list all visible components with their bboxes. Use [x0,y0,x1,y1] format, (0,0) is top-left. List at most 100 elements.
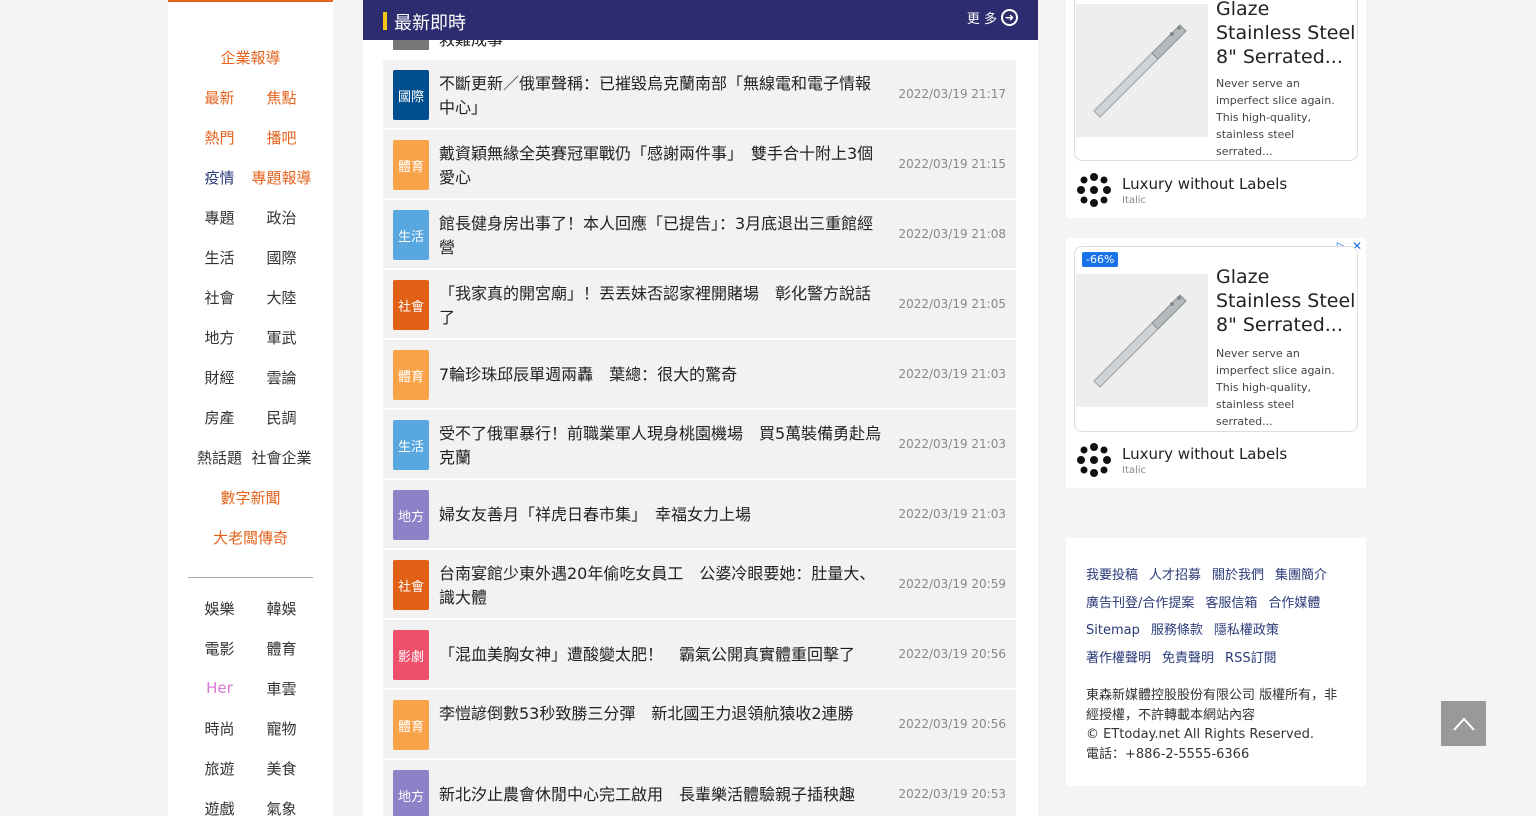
news-headline[interactable]: 台南宴館少東外遇20年偷吃女員工 公婆冷眼要她：肚量大、識大體 [439,562,884,610]
news-headline[interactable]: 新北汐止農會休閒中心完工啟用 長輩樂活體驗親子插秧趣 [439,783,884,807]
sidebar-item-link[interactable]: 國際 [251,247,313,268]
news-list-item[interactable]: 地方 婦女友善月「祥虎日春市集」 幸福女力上場 2022/03/19 21:03 [383,480,1016,550]
sidebar-item-link[interactable]: 遊戲 [189,798,251,816]
sidebar-item-link[interactable]: 焦點 [251,87,313,108]
ad-brand-name[interactable]: Luxury without Labels [1122,175,1287,193]
more-link[interactable]: 更 多 ➜ [967,8,1018,27]
ad-card[interactable]: -66% Glaze Stainless Steel 8" Serrated..… [1074,246,1358,432]
news-list-item[interactable]: 國際 不斷更新／俄軍聲稱：已摧毀烏克蘭南部「無線電和電子情報中心」 2022/03/… [383,60,1016,130]
footer-link[interactable]: RSS訂閱 [1225,645,1277,673]
sidebar-item-link[interactable]: 車雲 [251,678,313,699]
back-to-top-button[interactable] [1441,701,1486,746]
sidebar-item-link[interactable]: 電影 [189,638,251,659]
sidebar-item-link[interactable]: 氣象 [251,798,313,816]
category-tag[interactable]: 地方 [393,770,429,816]
sidebar-item-link[interactable]: 旅遊 [189,758,251,779]
news-headline[interactable]: 館長健身房出事了！本人回應「已提告」：3月底退出三重館經營 [439,212,884,260]
news-list-item[interactable]: 體育 戴資穎無緣全英賽冠軍戰仍「感謝兩件事」 雙手合十附上3個愛心 2022/03/… [383,130,1016,200]
news-headline[interactable]: 7輪珍珠邱辰單週兩轟 葉總：很大的驚奇 [439,363,884,387]
sidebar-item-link[interactable]: 播吧 [251,127,313,148]
sidebar-item-link[interactable]: 疫情 [189,167,251,188]
ad-title[interactable]: Glaze Stainless Steel 8" Serrated... [1216,265,1356,337]
news-list-item[interactable]: 地方 新北汐止農會休閒中心完工啟用 長輩樂活體驗親子插秧趣 2022/03/19 2… [383,760,1016,816]
sidebar-item-link[interactable]: 民調 [251,407,313,428]
news-headline[interactable]: 婦女友善月「祥虎日春市集」 幸福女力上場 [439,503,884,527]
news-list-item[interactable]: 社會 「我家真的開宮廟」！丟丟妹否認家裡開賭場 彰化警方說話了 2022/03/19… [383,270,1016,340]
sidebar-item-link[interactable]: 軍武 [251,327,313,348]
category-tag[interactable]: 生活 [393,420,429,470]
sidebar-item-link[interactable]: 社會企業 [251,447,313,468]
footer-link[interactable]: 著作權聲明 [1086,645,1151,673]
sidebar-item-link[interactable]: 企業報導 [220,47,280,68]
news-headline[interactable]: 「混血美胸女神」遭酸變太肥！ 霸氣公開真實體重回擊了 [439,643,884,667]
news-headline[interactable]: 受不了俄軍暴行！前職業軍人現身桃園機場 買5萬裝備勇赴烏克蘭 [439,422,884,470]
sidebar-item-link[interactable]: 時尚 [189,718,251,739]
sidebar-item-link[interactable]: 專題報導 [251,167,313,188]
ad-brand[interactable]: Luxury without Labels Italic [1074,170,1287,210]
sidebar-item-link[interactable]: 寵物 [251,718,313,739]
footer-link[interactable]: 客服信箱 [1205,590,1257,618]
ad-unit-2[interactable]: ▷ ✕ -66% Glaze Stainless Steel 8" Serrat… [1066,238,1366,488]
news-list-item[interactable]: 影劇 「混血美胸女神」遭酸變太肥！ 霸氣公開真實體重回擊了 2022/03/19 2… [383,620,1016,690]
sidebar-item-link[interactable]: 房產 [189,407,251,428]
ad-card[interactable]: Glaze Stainless Steel 8" Serrated... Nev… [1074,0,1358,161]
category-tag[interactable]: 體育 [393,350,429,400]
news-list-item[interactable]: 生活 館長健身房出事了！本人回應「已提告」：3月底退出三重館經營 2022/03/1… [383,200,1016,270]
footer-link[interactable]: 廣告刊登/合作提案 [1086,590,1194,618]
sidebar-item-link[interactable]: 體育 [251,638,313,659]
footer-link[interactable]: Sitemap [1086,617,1140,645]
category-tag[interactable]: 地方 [393,490,429,540]
sidebar-item-link[interactable]: 韓娛 [251,598,313,619]
sidebar-item-link[interactable]: 政治 [251,207,313,228]
sidebar-item-link[interactable]: 生活 [189,247,251,268]
category-tag[interactable]: 體育 [393,140,429,190]
sidebar-item-link[interactable]: Her [189,679,251,697]
knife-product-image[interactable] [1076,4,1208,137]
ad-brand[interactable]: Luxury without Labels Italic [1074,440,1287,480]
sidebar-item-link[interactable]: 最新 [189,87,251,108]
ad-title[interactable]: Glaze Stainless Steel 8" Serrated... [1216,0,1356,69]
category-tag[interactable]: 影劇 [393,630,429,680]
news-headline[interactable]: 不斷更新／俄軍聲稱：已摧毀烏克蘭南部「無線電和電子情報中心」 [439,72,884,120]
sidebar-item-link[interactable]: 大陸 [251,287,313,308]
sidebar-item-link[interactable]: 專題 [189,207,251,228]
sidebar-item-link[interactable]: 大老闆傳奇 [213,527,288,548]
category-tag[interactable]: 國際 [393,70,429,120]
footer-link[interactable]: 我要投稿 [1086,562,1138,590]
ad-unit-1[interactable]: Glaze Stainless Steel 8" Serrated... Nev… [1066,0,1366,218]
news-headline[interactable]: 李愷諺倒數53秒致勝三分彈 新北國王力退領航猿收2連勝 [439,702,884,726]
news-list-item[interactable]: 體育 7輪珍珠邱辰單週兩轟 葉總：很大的驚奇 2022/03/19 21:03 [383,340,1016,410]
footer-link[interactable]: 人才招募 [1149,562,1201,590]
ad-description[interactable]: Never serve an imperfect slice again. Th… [1216,345,1351,430]
news-headline[interactable]: 「我家真的開宮廟」！丟丟妹否認家裡開賭場 彰化警方說話了 [439,282,884,330]
footer-link[interactable]: 合作媒體 [1268,590,1320,618]
sidebar-item-link[interactable]: 娛樂 [189,598,251,619]
sidebar-item-link[interactable]: 美食 [251,758,313,779]
knife-product-image[interactable] [1076,274,1208,407]
sidebar-item-link[interactable]: 社會 [189,287,251,308]
category-tag[interactable]: 體育 [393,700,429,750]
footer-link[interactable]: 關於我們 [1212,562,1264,590]
ad-brand-name[interactable]: Luxury without Labels [1122,445,1287,463]
sidebar-item-link[interactable]: 數字新聞 [220,487,280,508]
sidebar-item-link[interactable]: 熱話題 [189,447,251,468]
footer-link[interactable]: 免責聲明 [1162,645,1214,673]
footer-link[interactable]: 隱私權政策 [1214,617,1279,645]
category-tag[interactable]: 生活 [393,210,429,260]
arrow-circle-right-icon[interactable]: ➜ [1001,9,1018,26]
more-label[interactable]: 更 多 [967,8,997,27]
sidebar-item-link[interactable]: 雲論 [251,367,313,388]
news-list-item[interactable]: 社會 台南宴館少東外遇20年偷吃女員工 公婆冷眼要她：肚量大、識大體 2022/03… [383,550,1016,620]
category-tag[interactable]: 社會 [393,280,429,330]
sidebar-item-link[interactable]: 財經 [189,367,251,388]
ad-description[interactable]: Never serve an imperfect slice again. Th… [1216,75,1351,160]
category-tag[interactable]: 社會 [393,560,429,610]
news-list-item[interactable]: 生活 受不了俄軍暴行！前職業軍人現身桃園機場 買5萬裝備勇赴烏克蘭 2022/03/… [383,410,1016,480]
footer-link[interactable]: 集團簡介 [1275,562,1327,590]
arrow-up-icon[interactable] [1452,717,1475,731]
footer-link[interactable]: 服務條款 [1151,617,1203,645]
sidebar-item-link[interactable]: 地方 [189,327,251,348]
news-list-item[interactable]: 體育 李愷諺倒數53秒致勝三分彈 新北國王力退領航猿收2連勝 2022/03/19 … [383,690,1016,760]
news-headline[interactable]: 戴資穎無緣全英賽冠軍戰仍「感謝兩件事」 雙手合十附上3個愛心 [439,142,884,190]
sidebar-item-link[interactable]: 熱門 [189,127,251,148]
